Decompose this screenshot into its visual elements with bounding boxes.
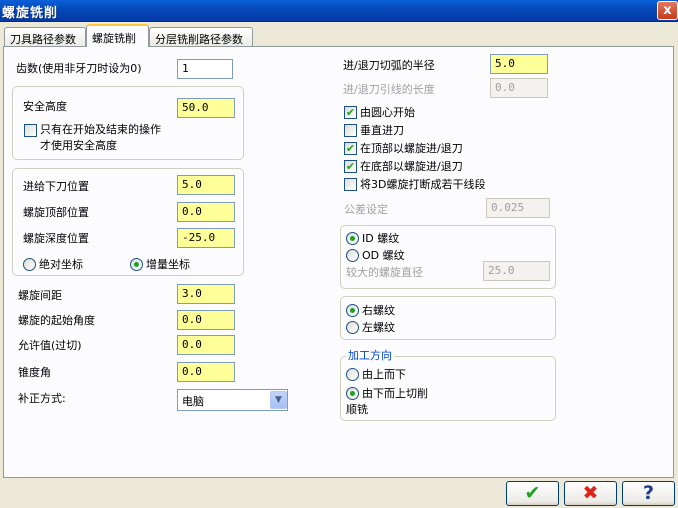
break-3d-helix-checkbox[interactable] [344,178,357,191]
helix-depth-input[interactable]: -25.0 [177,228,235,248]
helix-bottom-entry-checkbox[interactable]: ✔ [344,160,357,173]
id-thread-radio[interactable] [346,232,359,245]
bottom-up-radio[interactable] [346,387,359,400]
start-angle-input[interactable]: 0.0 [177,310,235,330]
od-thread-label: OD 螺纹 [362,249,405,262]
start-angle-label: 螺旋的起始角度 [18,314,95,327]
allowance-input[interactable]: 0.0 [177,335,235,355]
break-3d-helix-label: 将3D螺旋打断成若干线段 [360,178,486,191]
start-from-center-label: 由圆心开始 [360,106,415,119]
window-close-button[interactable]: x [657,1,678,20]
help-button[interactable]: ? [622,481,675,506]
helix-depth-label: 螺旋深度位置 [23,232,89,245]
tolerance-input[interactable]: 0.025 [486,198,550,218]
title-bar [0,0,678,22]
vertical-entry-label: 垂直进刀 [360,124,404,137]
helix-pitch-label: 螺旋间距 [18,289,62,302]
tab-helix-milling[interactable]: 螺旋铣削 [86,24,149,47]
safety-only-start-end-checkbox[interactable] [24,124,37,137]
absolute-coord-radio[interactable] [23,258,36,271]
major-diameter-label: 较大的螺旋直径 [346,266,423,279]
left-hand-label: 左螺纹 [362,321,395,334]
absolute-coord-label: 绝对坐标 [39,258,83,271]
tab-toolpath-params[interactable]: 刀具路径参数 [4,27,86,46]
compensation-value: 电脑 [182,395,204,408]
climb-label: 顺铣 [346,403,368,416]
lead-length-label: 进/退刀引线的长度 [343,83,435,96]
safety-height-input[interactable]: 50.0 [177,98,235,118]
safety-height-label: 安全高度 [23,100,67,113]
right-hand-label: 右螺纹 [362,304,395,317]
teeth-input[interactable]: 1 [177,59,233,79]
helix-bottom-entry-label: 在底部以螺旋进/退刀 [360,160,463,173]
window-title: 螺旋铣削 [2,6,59,21]
od-thread-radio[interactable] [346,249,359,262]
taper-angle-input[interactable]: 0.0 [177,362,235,382]
vertical-entry-checkbox[interactable] [344,124,357,137]
arc-radius-input[interactable]: 5.0 [490,54,548,74]
helix-top-entry-label: 在顶部以螺旋进/退刀 [360,142,463,155]
direction-legend: 加工方向 [346,349,394,363]
helix-pitch-input[interactable]: 3.0 [177,284,235,304]
feed-plane-label: 进给下刀位置 [23,180,89,193]
safety-only-label-2: 才使用安全高度 [40,139,117,152]
bottom-up-label: 由下而上切削 [362,387,428,400]
helix-top-label: 螺旋顶部位置 [23,206,89,219]
helix-top-entry-checkbox[interactable]: ✔ [344,142,357,155]
incremental-coord-radio[interactable] [130,258,143,271]
id-thread-label: ID 螺纹 [362,232,400,245]
allowance-label: 允许值(过切) [18,339,82,352]
tolerance-label: 公差设定 [344,203,388,216]
feed-plane-input[interactable]: 5.0 [177,175,235,195]
tab-depth-cut-params[interactable]: 分层铣削路径参数 [149,27,253,46]
ok-button[interactable]: ✔ [506,481,559,506]
start-from-center-checkbox[interactable]: ✔ [344,106,357,119]
compensation-label: 补正方式: [18,392,66,405]
chevron-down-icon[interactable]: ▼ [270,391,287,409]
cancel-button[interactable]: ✖ [564,481,617,506]
taper-angle-label: 锥度角 [18,366,51,379]
major-diameter-input[interactable]: 25.0 [483,261,550,281]
top-down-radio[interactable] [346,368,359,381]
arc-radius-label: 进/退刀切弧的半径 [343,59,435,72]
right-hand-radio[interactable] [346,304,359,317]
safety-only-label-1: 只有在开始及结束的操作 [40,123,161,136]
teeth-label: 齿数(使用非牙刀时设为0) [16,62,142,75]
lead-length-input[interactable]: 0.0 [490,78,548,98]
left-hand-radio[interactable] [346,321,359,334]
helix-top-input[interactable]: 0.0 [177,202,235,222]
incremental-coord-label: 增量坐标 [146,258,190,271]
top-down-label: 由上而下 [362,368,406,381]
